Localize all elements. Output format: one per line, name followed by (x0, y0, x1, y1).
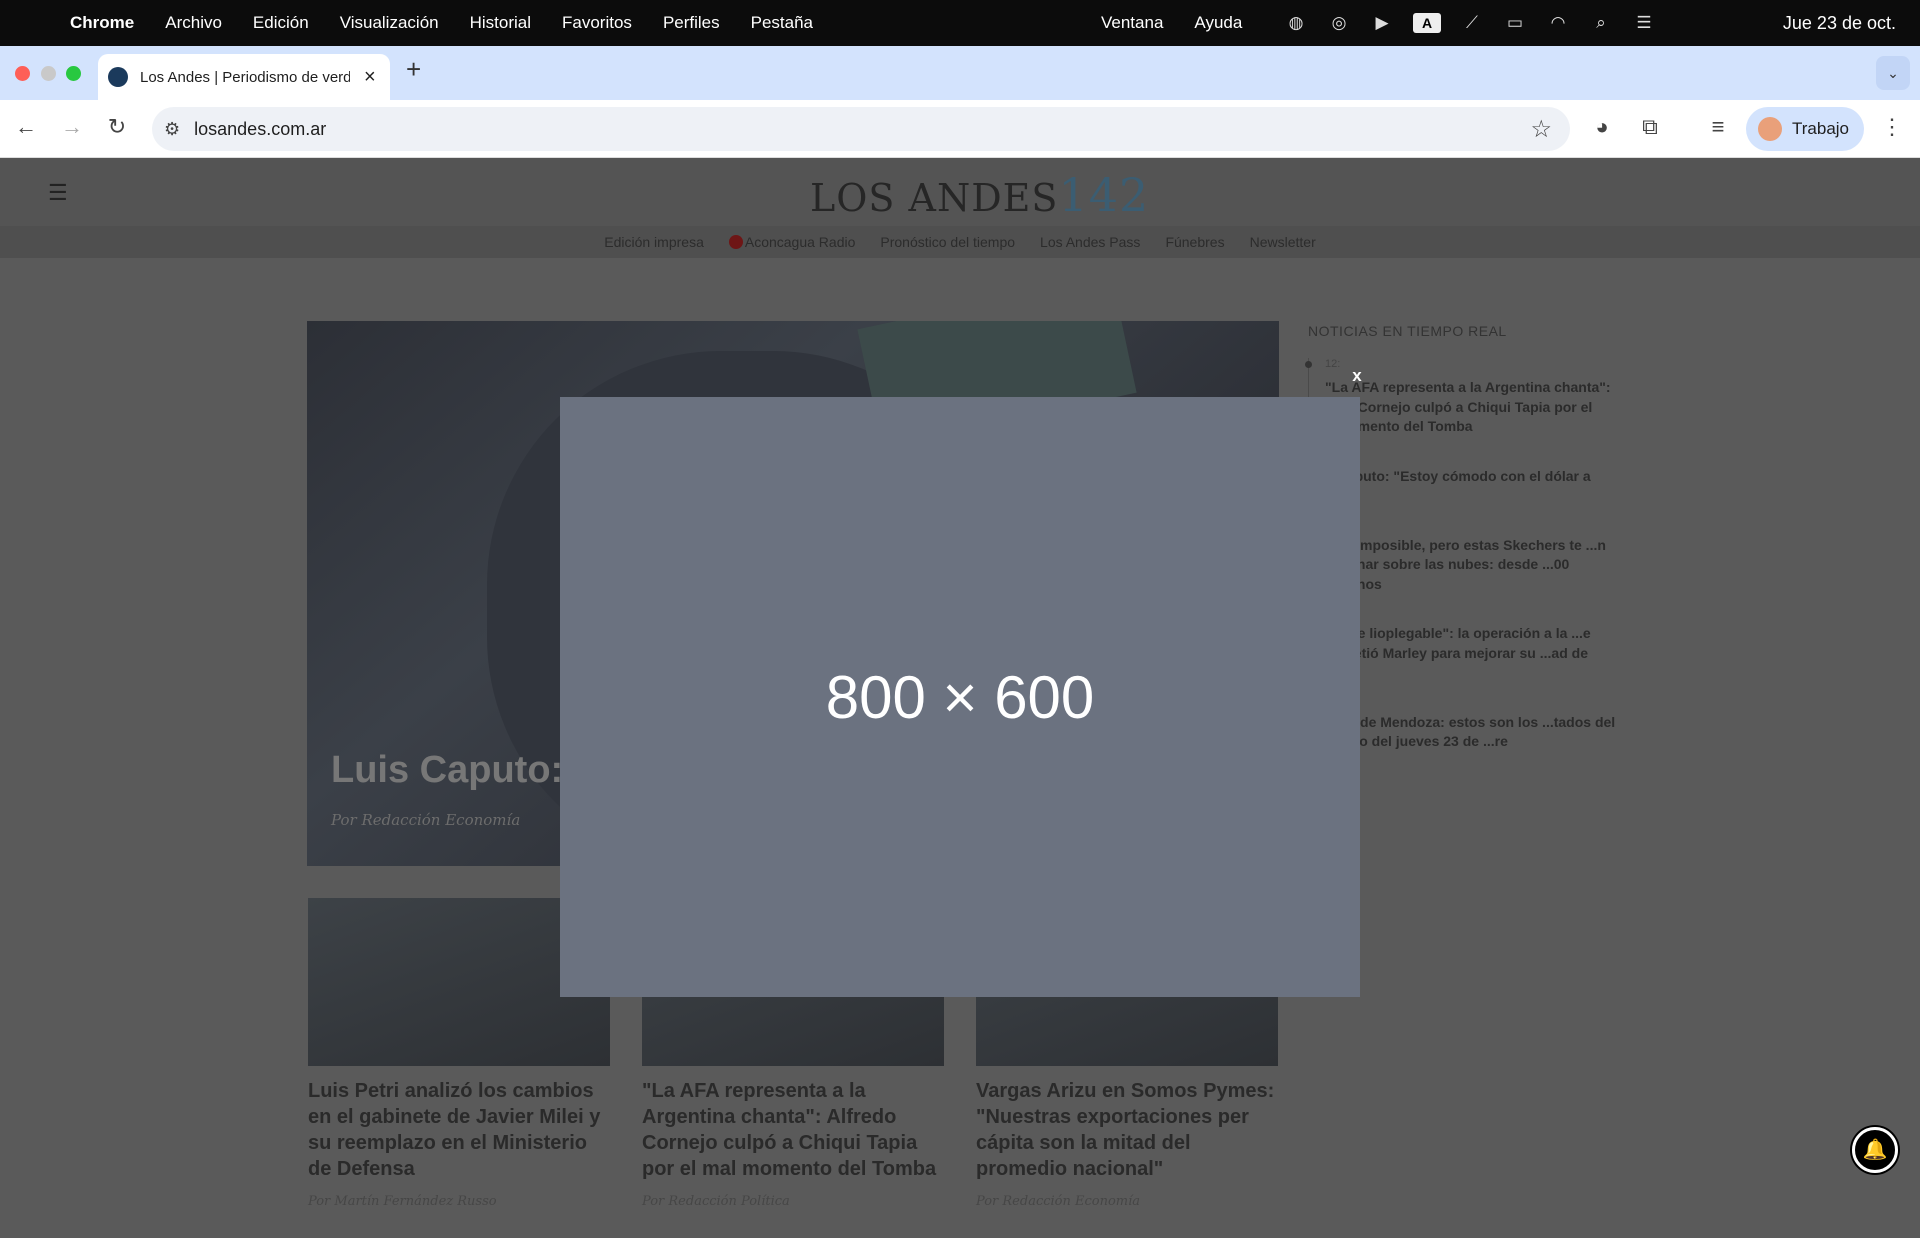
site-header: ☰ LOS ANDES142 (0, 158, 1920, 226)
profile-button[interactable]: Trabajo (1746, 107, 1864, 151)
live-news-text[interactable]: ...ante lioplegable": la operación a la … (1325, 624, 1618, 683)
profile-label: Trabajo (1792, 119, 1850, 138)
spotlight-search-icon[interactable]: ⌕ (1589, 13, 1613, 33)
ad-placeholder-label: 800 × 600 (825, 663, 1095, 731)
reload-icon[interactable]: ↻ (103, 114, 131, 140)
control-center-icon[interactable]: ☰ (1632, 13, 1656, 33)
browser-tab[interactable]: Los Andes | Periodismo de verdad × (98, 54, 390, 100)
back-arrow-icon[interactable]: ← (12, 114, 40, 140)
menu-historial[interactable]: Historial (470, 13, 531, 33)
hamburger-menu-icon[interactable]: ☰ (48, 180, 68, 206)
site-settings-icon[interactable]: ⚙ (164, 119, 180, 140)
bookmark-star-icon[interactable]: ☆ (1530, 115, 1552, 144)
hero-byline: Por Redacción Economía (331, 811, 521, 829)
menu-visualizacion[interactable]: Visualización (340, 13, 439, 33)
timeline-bullet (1305, 361, 1312, 368)
battery-icon[interactable]: ▭ (1503, 13, 1527, 33)
tab-search-chevron-icon[interactable]: ⌄ (1876, 56, 1910, 90)
nav-edicion-impresa[interactable]: Edición impresa (604, 234, 704, 250)
extensions-puzzle-icon[interactable]: ⧉ (1636, 114, 1664, 140)
new-tab-button[interactable]: + (406, 54, 421, 85)
live-radio-dot-icon (728, 235, 743, 249)
live-news-heading: NOTICIAS EN TIEMPO REAL (1308, 323, 1507, 339)
globe-icon[interactable]: ◍ (1284, 13, 1308, 33)
nav-aconcagua-radio[interactable]: Aconcagua Radio (728, 234, 856, 250)
more-menu-icon[interactable]: ⋮ (1878, 114, 1906, 140)
menu-pestana[interactable]: Pestaña (751, 13, 813, 33)
minimize-window-button[interactable] (41, 66, 56, 81)
forward-arrow-icon[interactable]: → (58, 114, 86, 140)
extension-cookie-icon[interactable]: ◕ (1588, 114, 1616, 140)
menu-app-name[interactable]: Chrome (70, 13, 134, 33)
media-queue-icon[interactable]: ≡ (1704, 114, 1732, 140)
nav-funebres[interactable]: Fúnebres (1165, 234, 1224, 250)
close-window-button[interactable] (15, 66, 30, 81)
close-tab-icon[interactable]: × (364, 66, 376, 89)
secondary-nav: Edición impresa Aconcagua Radio Pronósti… (0, 226, 1920, 258)
macos-menu-bar: Chrome Archivo Edición Visualización His… (0, 0, 1920, 46)
tab-strip: Los Andes | Periodismo de verdad × + ⌄ (0, 46, 1920, 100)
notification-bell-icon[interactable]: 🔔 (1852, 1127, 1898, 1173)
menu-ventana[interactable]: Ventana (1101, 13, 1163, 33)
live-news-text[interactable]: ...Caputo: "Estoy cómodo con el dólar a … (1325, 467, 1618, 506)
live-news-text[interactable]: ...ce imposible, pero estas Skechers te … (1325, 536, 1618, 595)
live-news-time: 12: (1325, 358, 1341, 370)
article-title[interactable]: Luis Petri analizó los cambios en el gab… (308, 1078, 610, 1182)
menu-ayuda[interactable]: Ayuda (1194, 13, 1242, 33)
live-news-text[interactable]: ...ela de Mendoza: estos son los ...tado… (1325, 713, 1618, 752)
menu-perfiles[interactable]: Perfiles (663, 13, 720, 33)
site-logo[interactable]: LOS ANDES142 (810, 168, 1149, 222)
nav-aconcagua-radio-label: Aconcagua Radio (744, 234, 856, 250)
logo-number: 142 (1058, 168, 1150, 222)
pen-off-icon[interactable]: ⟋ (1460, 13, 1484, 33)
article-title[interactable]: Vargas Arizu en Somos Pymes: "Nuestras e… (976, 1078, 1278, 1182)
live-news-text[interactable]: "La AFA representa a la Argentina chanta… (1325, 378, 1618, 437)
article-byline: Por Redacción Política (642, 1194, 790, 1209)
nav-newsletter[interactable]: Newsletter (1250, 234, 1316, 250)
nav-los-andes-pass[interactable]: Los Andes Pass (1040, 234, 1140, 250)
profile-avatar (1758, 117, 1782, 141)
maximize-window-button[interactable] (66, 66, 81, 81)
article-byline: Por Redacción Economía (976, 1194, 1141, 1209)
article-title[interactable]: "La AFA representa a la Argentina chanta… (642, 1078, 944, 1182)
close-modal-button[interactable]: x (1350, 366, 1364, 386)
vpn-icon[interactable]: ◎ (1327, 13, 1351, 33)
keyboard-input-icon[interactable]: A (1413, 13, 1441, 33)
nav-pronostico[interactable]: Pronóstico del tiempo (880, 234, 1015, 250)
browser-toolbar: ← → ↻ ⚙ losandes.com.ar ☆ ◕ ⧉ ≡ Trabajo … (0, 100, 1920, 158)
address-text[interactable]: losandes.com.ar (194, 119, 326, 140)
ad-placeholder-modal[interactable]: 800 × 600 (560, 397, 1360, 997)
logo-text: LOS ANDES (810, 176, 1059, 220)
clock[interactable]: Jue 23 de oct. (1783, 0, 1896, 46)
hero-title[interactable]: Luis Caputo: " (331, 749, 592, 792)
tab-title: Los Andes | Periodismo de verdad (140, 68, 350, 86)
play-icon[interactable]: ▶ (1370, 13, 1394, 33)
address-bar[interactable]: ⚙ losandes.com.ar ☆ (152, 107, 1570, 151)
site-favicon-icon (108, 67, 128, 87)
menu-edicion[interactable]: Edición (253, 13, 309, 33)
wifi-icon[interactable]: ◠ (1546, 13, 1570, 33)
article-byline: Por Martín Fernández Russo (308, 1194, 497, 1209)
menu-favoritos[interactable]: Favoritos (562, 13, 632, 33)
menu-archivo[interactable]: Archivo (165, 13, 222, 33)
